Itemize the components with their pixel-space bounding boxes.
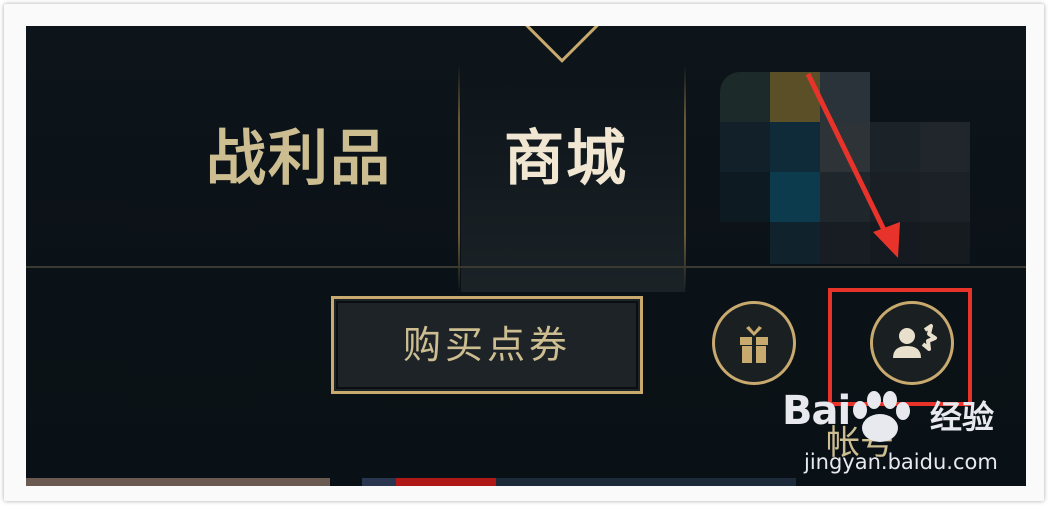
bottom-thumbnail (396, 478, 496, 486)
watermark-logo: Bai (782, 388, 851, 434)
baidu-watermark: Bai 经验 jingyan.baidu.com (782, 386, 1022, 486)
watermark-url: jingyan.baidu.com (804, 450, 998, 474)
bottom-thumbnail (496, 478, 796, 486)
paw-icon (853, 391, 910, 442)
bottom-thumbnail (362, 478, 396, 486)
bottom-thumbnail (26, 478, 330, 486)
watermark-jingyan: 经验 (930, 398, 995, 436)
